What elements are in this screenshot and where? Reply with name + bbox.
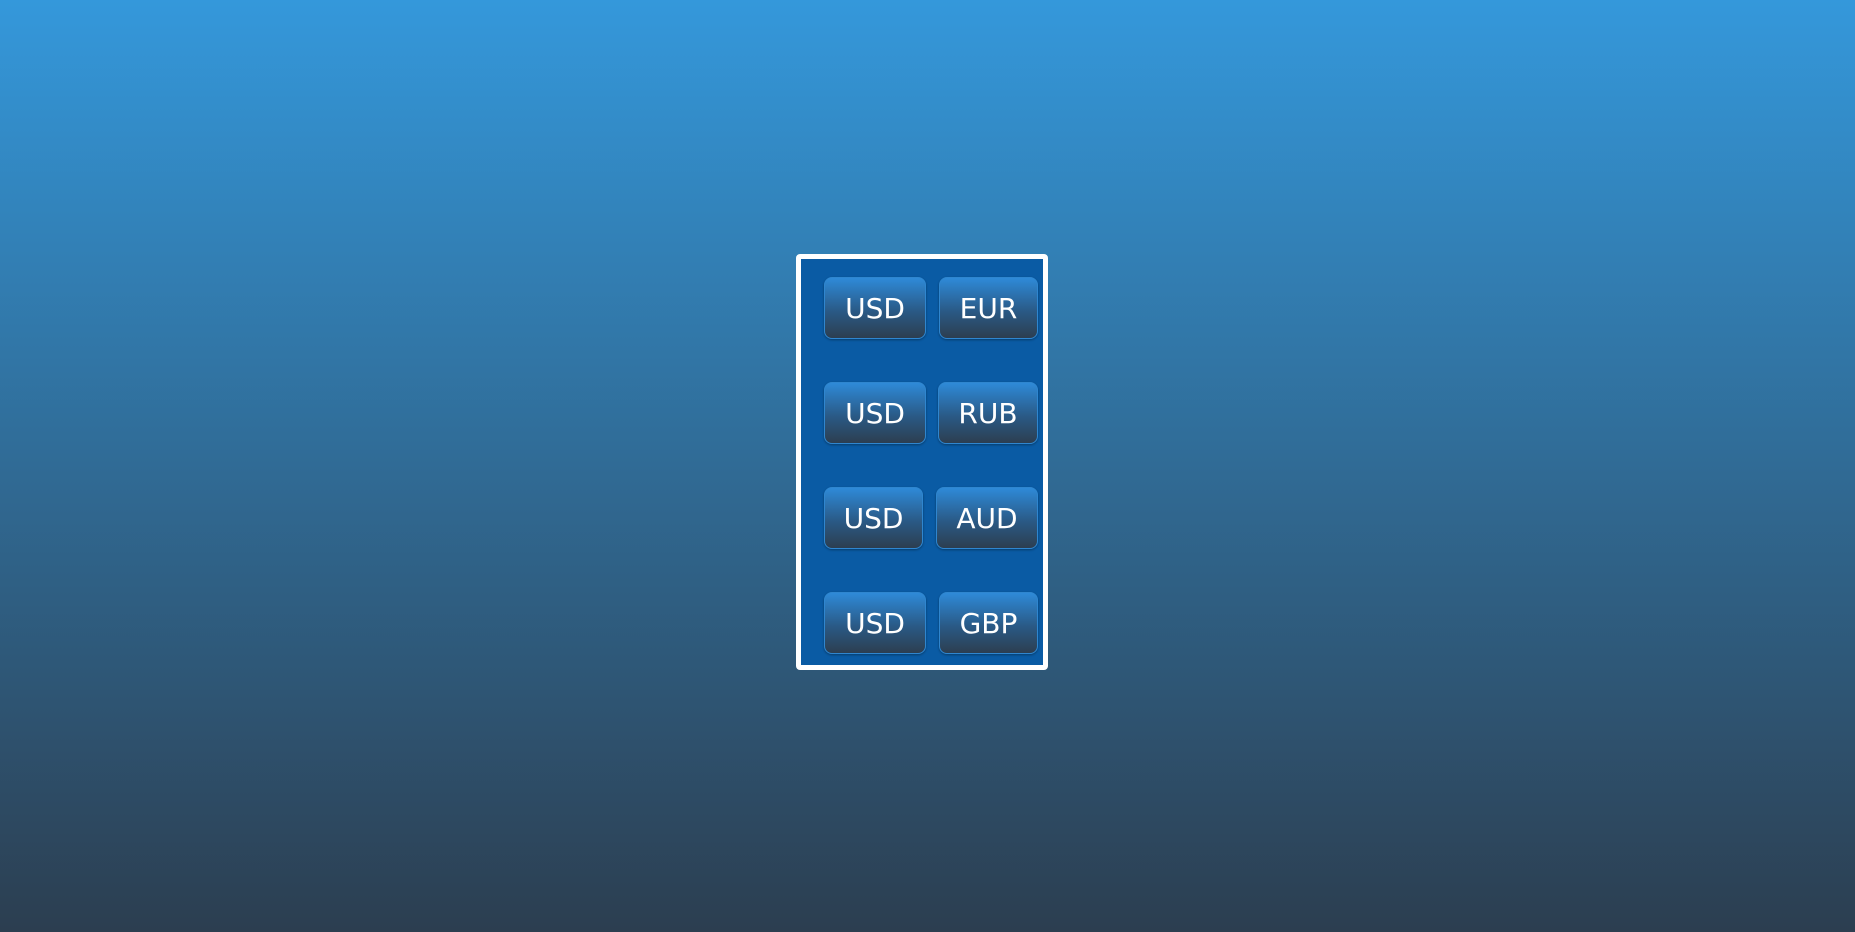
usd-button-2[interactable]: USD [824, 382, 926, 444]
app-background: { "currency_pairs": [ {"base": "USD", "q… [0, 0, 1855, 932]
usd-button-1[interactable]: USD [824, 277, 926, 339]
usd-button-3[interactable]: USD [824, 487, 923, 549]
currency-panel: USD EUR USD RUB USD AUD USD GBP [796, 254, 1048, 670]
aud-button[interactable]: AUD [936, 487, 1038, 549]
gbp-button[interactable]: GBP [939, 592, 1038, 654]
usd-button-4[interactable]: USD [824, 592, 926, 654]
rub-button[interactable]: RUB [938, 382, 1038, 444]
eur-button[interactable]: EUR [939, 277, 1038, 339]
